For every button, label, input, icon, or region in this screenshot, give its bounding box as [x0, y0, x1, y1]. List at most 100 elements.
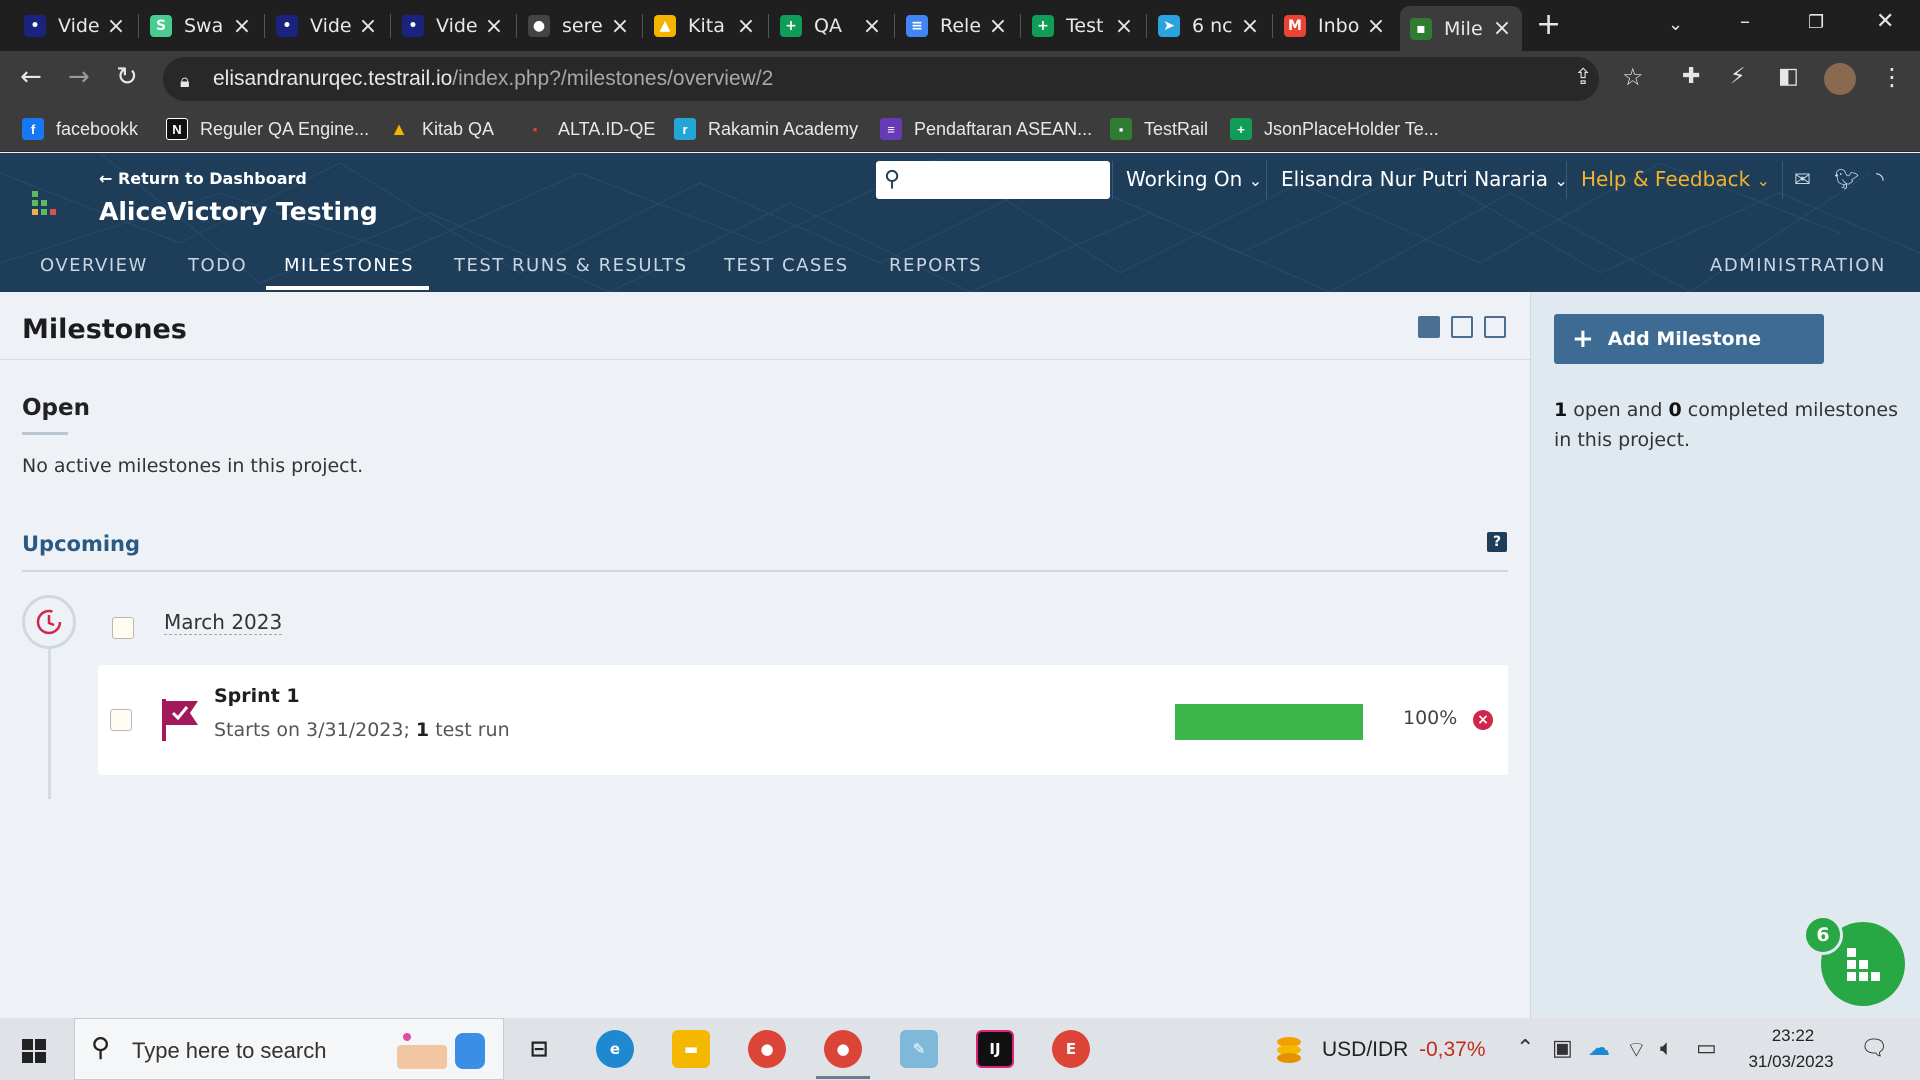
working-on-dropdown[interactable]: Working On ⌄ [1126, 167, 1262, 191]
url-text[interactable]: elisandranurqec.testrail.io/index.php?/m… [213, 67, 773, 91]
tab-reports[interactable]: REPORTS [889, 255, 982, 276]
bookmark-item[interactable]: • ALTA.ID-QE [524, 115, 656, 143]
wifi-icon[interactable]: ⌔ [1626, 1036, 1647, 1064]
help-feedback-dropdown[interactable]: Help & Feedback ⌄ [1581, 167, 1770, 191]
notepad-icon[interactable]: ✎ [900, 1030, 938, 1068]
milestone-card[interactable]: Sprint 1 Starts on 3/31/2023; 1 test run… [98, 665, 1508, 775]
browser-tab[interactable]: + QA × [770, 6, 892, 46]
bookmark-item[interactable]: ≡ Pendaftaran ASEAN... [880, 115, 1092, 143]
minimize-icon[interactable]: – [1740, 8, 1750, 34]
file-explorer-icon[interactable]: ▬ [672, 1030, 710, 1068]
tab-overview[interactable]: OVERVIEW [40, 255, 148, 276]
side-panel-icon[interactable]: ◧ [1778, 64, 1799, 90]
edge-icon[interactable]: e [596, 1030, 634, 1068]
close-tab-icon[interactable]: × [1492, 16, 1512, 41]
browser-tab[interactable]: • Vide × [392, 6, 514, 46]
windows-start-icon[interactable] [22, 1039, 46, 1063]
close-tab-icon[interactable]: × [1366, 14, 1386, 39]
return-to-dashboard-link[interactable]: ← Return to Dashboard [99, 169, 307, 188]
browser-tab[interactable]: + Test × [1022, 6, 1144, 46]
testrail-logo[interactable] [28, 189, 62, 223]
chrome-e-profile-icon[interactable]: E [1052, 1030, 1090, 1068]
close-tab-icon[interactable]: × [736, 14, 756, 39]
add-milestone-button[interactable]: + Add Milestone [1554, 314, 1824, 364]
browser-tab[interactable]: ➤ 6 nc × [1148, 6, 1270, 46]
close-tab-icon[interactable]: × [232, 14, 252, 39]
milestone-name-link[interactable]: Sprint 1 [214, 685, 300, 707]
intellij-icon[interactable]: IJ [976, 1030, 1014, 1068]
chrome-menu-icon[interactable]: ⋮ [1880, 64, 1904, 90]
extensions-icon[interactable]: ✚ [1682, 64, 1700, 90]
coins-icon [1272, 1034, 1306, 1066]
currency-widget[interactable]: USD/IDR [1322, 1038, 1408, 1062]
group-select-checkbox[interactable] [112, 617, 134, 639]
restore-icon[interactable]: ❐ [1808, 10, 1824, 36]
view-list-icon[interactable] [1484, 316, 1506, 338]
share-icon[interactable]: ⇪ [1574, 65, 1592, 91]
currency-change: -0,37% [1419, 1038, 1486, 1061]
bookmark-item[interactable]: ▲ Kitab QA [388, 115, 494, 143]
tab-search-icon[interactable]: ⌄ [1668, 12, 1683, 38]
chrome-icon[interactable]: ● [748, 1030, 786, 1068]
tab-test-cases[interactable]: TEST CASES [724, 255, 849, 276]
delete-milestone-icon[interactable]: × [1473, 710, 1493, 730]
milestone-summary: 1 open and 0 completed milestones in thi… [1554, 399, 1898, 451]
notifications-icon[interactable]: 🗨︎ [1860, 1036, 1888, 1061]
close-tab-icon[interactable]: × [988, 14, 1008, 39]
reload-icon[interactable]: ↻ [116, 64, 138, 90]
help-icon[interactable]: ? [1487, 532, 1507, 552]
browser-tab[interactable]: S Swa × [140, 6, 262, 46]
view-detailed-icon[interactable] [1451, 316, 1473, 338]
browser-tab[interactable]: ● sere × [518, 6, 640, 46]
close-tab-icon[interactable]: × [106, 14, 126, 39]
profile-avatar[interactable] [1824, 63, 1856, 95]
back-icon[interactable]: ← [20, 64, 42, 90]
onedrive-icon[interactable]: ☁ [1588, 1036, 1610, 1061]
close-tab-icon[interactable]: × [484, 14, 504, 39]
chrome-profile-icon[interactable]: ● [824, 1030, 862, 1068]
tab-todo[interactable]: TODO [188, 255, 247, 276]
clock-date[interactable]: 31/03/2023 [1730, 1052, 1852, 1072]
clock-time[interactable]: 23:22 [1758, 1026, 1828, 1046]
new-tab-icon[interactable]: + [1536, 10, 1561, 40]
tab-test-runs-results[interactable]: TEST RUNS & RESULTS [454, 255, 688, 276]
bookmark-star-icon[interactable]: ☆ [1622, 64, 1644, 90]
device-icon[interactable]: ▣ [1552, 1036, 1573, 1061]
bookmark-item[interactable]: f facebookk [22, 115, 138, 143]
milestone-group-label[interactable]: March 2023 [164, 610, 283, 635]
bookmark-item[interactable]: N Reguler QA Engine... [166, 115, 369, 143]
search-input[interactable]: ⚲ [876, 161, 1110, 199]
close-tab-icon[interactable]: × [1240, 14, 1260, 39]
close-tab-icon[interactable]: × [610, 14, 630, 39]
header-divider [1566, 161, 1567, 199]
browser-tab[interactable]: ▪ Mile × [1400, 6, 1522, 51]
close-tab-icon[interactable]: × [358, 14, 378, 39]
browser-tab[interactable]: • Vide × [14, 6, 136, 46]
volume-icon[interactable]: 🔈︎ [1660, 1036, 1673, 1061]
close-tab-icon[interactable]: × [1114, 14, 1134, 39]
browser-tab[interactable]: • Vide × [266, 6, 388, 46]
view-compact-icon[interactable] [1418, 316, 1440, 338]
lock-icon[interactable]: 🔒︎ [180, 69, 190, 95]
close-tab-icon[interactable]: × [862, 14, 882, 39]
browser-tab[interactable]: ≡ Rele × [896, 6, 1018, 46]
chevron-up-icon[interactable]: ⌃ [1516, 1036, 1534, 1061]
user-menu-dropdown[interactable]: Elisandra Nur Putri Nararia ⌄ [1281, 167, 1568, 191]
rss-icon[interactable]: ◝ [1876, 167, 1884, 191]
browser-tab[interactable]: ▲ Kita × [644, 6, 766, 46]
bookmark-item[interactable]: ▪ TestRail [1110, 115, 1208, 143]
task-view-icon[interactable]: ⊟ [520, 1030, 558, 1068]
browser-tab[interactable]: M Inbo × [1274, 6, 1396, 46]
mail-icon[interactable]: ✉ [1794, 167, 1811, 191]
bookmark-item[interactable]: r Rakamin Academy [674, 115, 858, 143]
tab-administration[interactable]: ADMINISTRATION [1710, 255, 1886, 276]
forward-icon[interactable]: → [68, 64, 90, 90]
extension-bolt-icon[interactable]: ⚡︎ [1730, 64, 1745, 90]
close-window-icon[interactable]: ✕ [1876, 9, 1894, 35]
twitter-icon[interactable]: 🐦︎ [1834, 167, 1859, 191]
milestone-select-checkbox[interactable] [110, 709, 132, 731]
tab-milestones[interactable]: MILESTONES [284, 255, 414, 276]
battery-icon[interactable]: ▭ [1696, 1036, 1717, 1061]
bookmark-item[interactable]: + JsonPlaceHolder Te... [1230, 115, 1439, 143]
tab-separator [642, 14, 643, 38]
